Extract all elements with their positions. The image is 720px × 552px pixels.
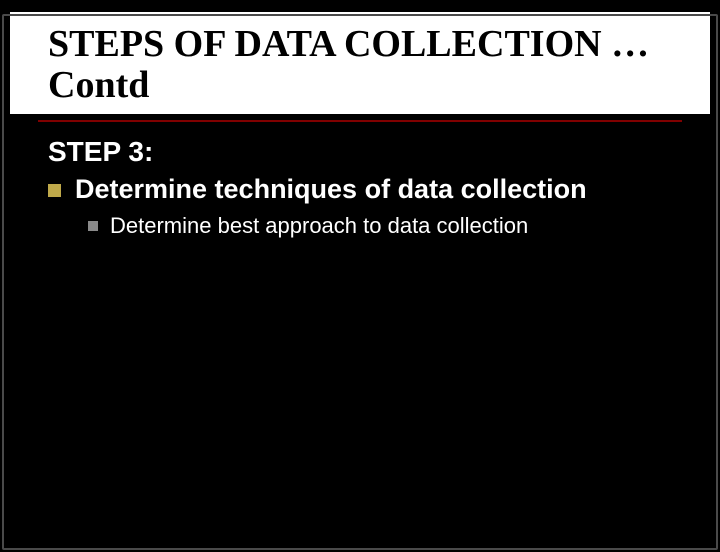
slide-border bbox=[2, 14, 718, 550]
